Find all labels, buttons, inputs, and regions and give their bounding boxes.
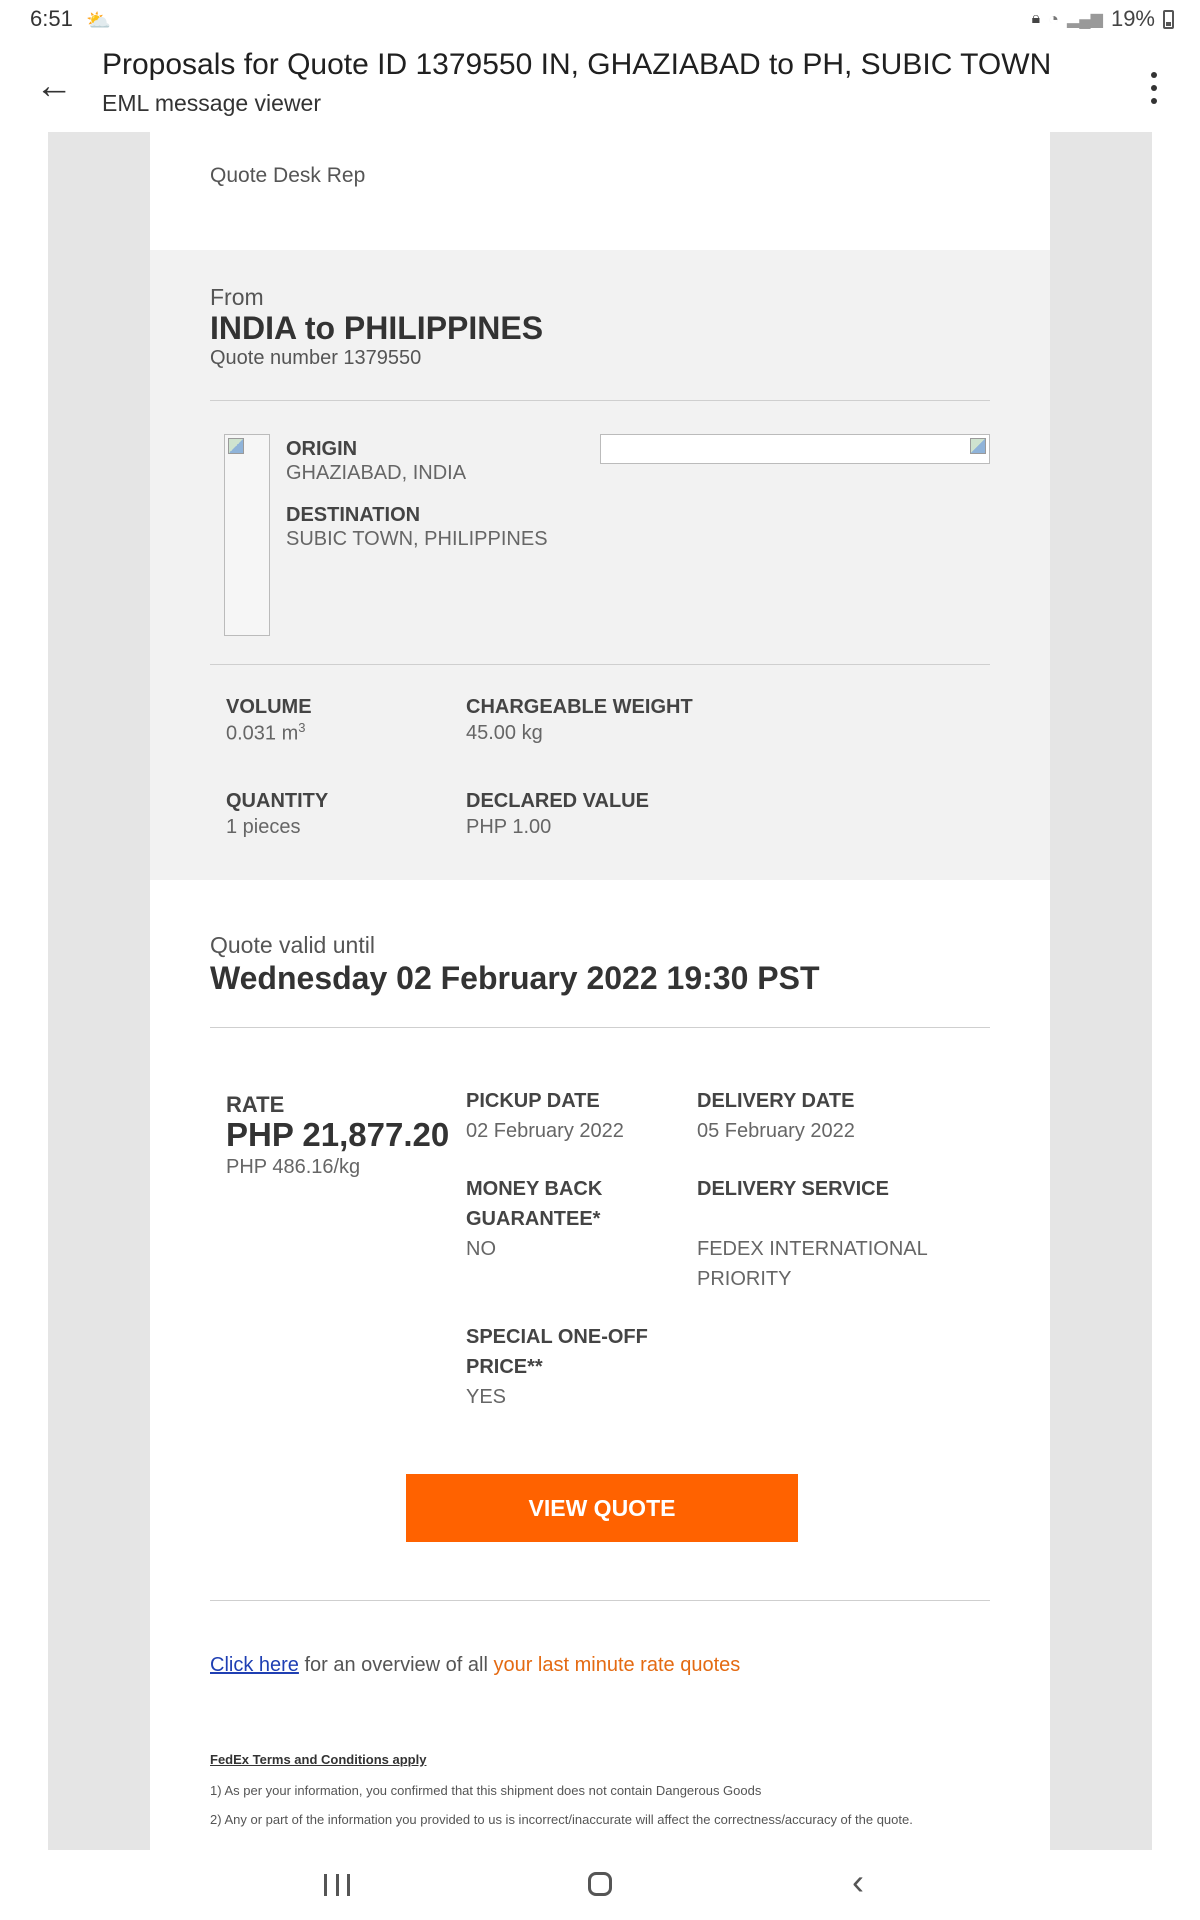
click-here-link[interactable]: Click here bbox=[210, 1654, 299, 1676]
declared-value-value: PHP 1.00 bbox=[466, 816, 552, 838]
weather-icon: ⛅ bbox=[86, 10, 111, 32]
declared-value-label: DECLARED VALUE bbox=[466, 790, 649, 812]
divider bbox=[210, 400, 990, 401]
app-bar: ← Proposals for Quote ID 1379550 IN, GHA… bbox=[0, 40, 1200, 132]
status-bar: 6:51 ⛅ 🔒︎ ◔ ▂▄▆ 19% bbox=[0, 0, 1200, 40]
terms-title[interactable]: FedEx Terms and Conditions apply bbox=[210, 1752, 426, 1767]
battery-percent: 19% bbox=[1110, 6, 1155, 31]
app-subtitle: EML message viewer bbox=[102, 90, 322, 116]
origin-label: ORIGIN bbox=[286, 438, 358, 460]
from-label: From bbox=[210, 284, 264, 310]
rate-value: PHP 21,877.20 bbox=[226, 1116, 450, 1153]
divider bbox=[210, 664, 990, 665]
last-minute-quotes-link[interactable]: your last minute rate quotes bbox=[493, 1654, 740, 1676]
special-price-value: YES bbox=[466, 1386, 507, 1408]
volume-unit-exponent: 3 bbox=[298, 720, 306, 735]
lock-icon: 🔒︎ bbox=[1031, 10, 1041, 27]
shipment-summary: From INDIA to PHILIPPINES Quote number 1… bbox=[150, 250, 1050, 880]
divider bbox=[210, 1600, 990, 1601]
home-icon[interactable] bbox=[588, 1872, 612, 1896]
delivery-date-label: DELIVERY DATE bbox=[697, 1090, 855, 1112]
overview-text: for an overview of all bbox=[298, 1654, 494, 1676]
rate-per-kg: PHP 486.16/kg bbox=[226, 1156, 361, 1178]
status-icons: 🔒︎ ◔ ▂▄▆ 19% bbox=[1032, 6, 1174, 32]
chargeable-weight-label: CHARGEABLE WEIGHT bbox=[466, 696, 693, 718]
more-vert-icon[interactable] bbox=[1138, 68, 1170, 108]
volume-label: VOLUME bbox=[226, 696, 312, 718]
pickup-date-label: PICKUP DATE bbox=[466, 1090, 600, 1112]
special-price-label: SPECIAL ONE-OFF bbox=[466, 1326, 648, 1348]
back-arrow-icon[interactable]: ← bbox=[30, 64, 78, 112]
rep-name: Quote Desk Rep bbox=[210, 164, 366, 187]
origin-value: GHAZIABAD, INDIA bbox=[286, 462, 467, 484]
terms-item: 1) As per your information, you confirme… bbox=[210, 1783, 762, 1798]
quantity-label: QUANTITY bbox=[226, 790, 329, 812]
volume-value: 0.031 m3 bbox=[226, 720, 306, 746]
quantity-value: 1 pieces bbox=[226, 816, 301, 838]
valid-until-label: Quote valid until bbox=[210, 932, 375, 958]
delivery-service-label: DELIVERY SERVICE bbox=[697, 1178, 889, 1200]
signal-icon: ▂▄▆ bbox=[1067, 11, 1103, 28]
volume-number: 0.031 m bbox=[226, 722, 299, 745]
app-title: Proposals for Quote ID 1379550 IN, GHAZI… bbox=[102, 48, 1052, 81]
quote-number: Quote number 1379550 bbox=[210, 347, 422, 369]
destination-value: SUBIC TOWN, PHILIPPINES bbox=[286, 528, 548, 550]
nav-back-icon[interactable]: ‹ bbox=[852, 1864, 864, 1900]
view-quote-button[interactable]: VIEW QUOTE bbox=[406, 1474, 798, 1542]
delivery-date-value: 05 February 2022 bbox=[697, 1120, 855, 1142]
money-back-label-line2: GUARANTEE* bbox=[466, 1208, 601, 1230]
valid-until-date: Wednesday 02 February 2022 19:30 PST bbox=[210, 960, 820, 996]
overview-line: Click here for an overview of all your l… bbox=[210, 1654, 740, 1677]
recents-icon[interactable] bbox=[324, 1874, 350, 1896]
money-back-value: NO bbox=[466, 1238, 496, 1260]
delivery-service-value: FEDEX INTERNATIONAL bbox=[697, 1238, 928, 1260]
battery-icon bbox=[1163, 9, 1174, 29]
divider bbox=[210, 1027, 990, 1028]
wifi-icon: ◔ bbox=[1048, 8, 1059, 29]
route-title: INDIA to PHILIPPINES bbox=[210, 310, 544, 346]
route-image bbox=[224, 434, 270, 636]
destination-label: DESTINATION bbox=[286, 504, 421, 526]
status-time: 6:51 bbox=[30, 6, 73, 31]
special-price-label-line2: PRICE** bbox=[466, 1356, 543, 1378]
map-image bbox=[600, 434, 990, 464]
delivery-service-value-line2: PRIORITY bbox=[697, 1268, 792, 1290]
navigation-bar: ‹ bbox=[0, 1850, 1200, 1920]
email-body: Quote Desk Rep From INDIA to PHILIPPINES… bbox=[150, 132, 1050, 1850]
rate-label: RATE bbox=[226, 1092, 285, 1117]
money-back-label: MONEY BACK bbox=[466, 1178, 603, 1200]
email-viewer[interactable]: Quote Desk Rep From INDIA to PHILIPPINES… bbox=[48, 132, 1152, 1850]
chargeable-weight-value: 45.00 kg bbox=[466, 722, 543, 744]
pickup-date-value: 02 February 2022 bbox=[466, 1120, 624, 1142]
terms-item: 2) Any or part of the information you pr… bbox=[210, 1812, 913, 1827]
